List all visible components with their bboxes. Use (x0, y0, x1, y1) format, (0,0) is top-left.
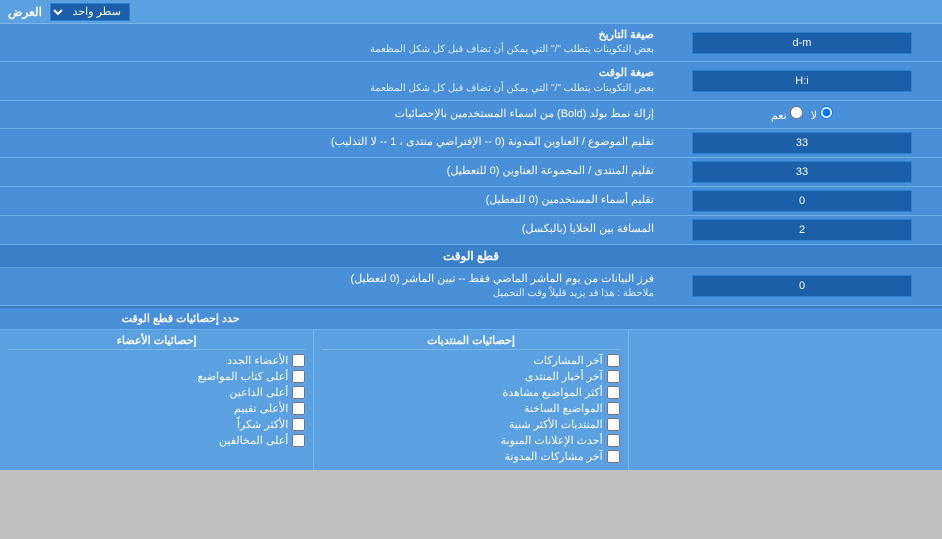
cb-top-writers-label: أعلى كتاب المواضيع (198, 370, 289, 383)
time-format-label: صيغة الوقت بعض التكوينات يتطلب "/" التي … (0, 62, 662, 99)
cb-most-thanks-input[interactable] (292, 418, 305, 431)
cut-data-input-cell (662, 272, 942, 300)
date-format-input[interactable] (692, 32, 912, 54)
cb-top-rated: الأعلى تقييم (8, 402, 305, 415)
time-format-input-cell (662, 67, 942, 95)
date-format-input-cell (662, 29, 942, 57)
cut-data-row: فرز البيانات من يوم الماشر الماضي فقط --… (0, 268, 942, 306)
cb-top-inviters-label: أعلى الداعين (229, 386, 288, 399)
cb-most-viewed-input[interactable] (607, 386, 620, 399)
cb-top-violators-label: أعلى المخالفين (219, 434, 288, 447)
cb-most-thanks-label: الأكثر شكراً (237, 418, 288, 431)
bold-radio-cell: لا نعم (662, 101, 942, 127)
cb-hot-topics: المواضيع الساخنة (322, 402, 619, 415)
topic-titles-input-cell (662, 129, 942, 157)
bold-no-label: لا (811, 106, 833, 122)
forums-col-header: إحصائيات المنتديات (322, 334, 619, 350)
usernames-trim-label: تقليم أسماء المستخدمين (0 للتعطيل) (0, 189, 662, 212)
topic-titles-label: تقليم الموضوع / العناوين المدونة (0 -- ا… (0, 131, 662, 154)
cb-forum-news: آخر أخبار المنتدى (322, 370, 619, 383)
cb-forum-news-label: آخر أخبار المنتدى (525, 370, 603, 383)
usernames-trim-row: تقليم أسماء المستخدمين (0 للتعطيل) (0, 187, 942, 216)
cb-last-posts: آخر المشاركات (322, 354, 619, 367)
main-container: سطر واحد سطرين ثلاثة أسطر العرض صيغة الت… (0, 0, 942, 470)
cb-last-posts-label: آخر المشاركات (534, 354, 603, 367)
cell-spacing-input[interactable] (692, 219, 912, 241)
checkbox-col-members: إحصائيات الأعضاء الأعضاء الجدد أعلى كتاب… (0, 330, 313, 470)
forum-titles-input[interactable] (692, 161, 912, 183)
cb-top-writers-input[interactable] (292, 370, 305, 383)
cb-classified-ads-label: أحدث الإعلانات المبوبة (501, 434, 603, 447)
cb-hot-topics-input[interactable] (607, 402, 620, 415)
cut-data-label: فرز البيانات من يوم الماشر الماضي فقط --… (0, 268, 662, 305)
cb-most-similar: المنتديات الأكثر شبية (322, 418, 619, 431)
time-format-row: صيغة الوقت بعض التكوينات يتطلب "/" التي … (0, 62, 942, 100)
bold-remove-row: لا نعم إزالة نمط بولد (Bold) من اسماء ال… (0, 101, 942, 129)
cb-new-members: الأعضاء الجدد (8, 354, 305, 367)
cb-most-similar-input[interactable] (607, 418, 620, 431)
time-format-input[interactable] (692, 70, 912, 92)
cb-top-writers: أعلى كتاب المواضيع (8, 370, 305, 383)
bottom-section: حدد إحصائيات قطع الوقت إحصائيات المنتديا… (0, 306, 942, 470)
date-format-label: صيغة التاريخ بعض التكوينات يتطلب "/" الت… (0, 24, 662, 61)
cb-most-similar-label: المنتديات الأكثر شبية (509, 418, 603, 431)
members-col-header: إحصائيات الأعضاء (8, 334, 305, 350)
cb-most-viewed-label: أكثر المواضيع مشاهدة (502, 386, 602, 399)
topic-titles-input[interactable] (692, 132, 912, 154)
topic-titles-row: تقليم الموضوع / العناوين المدونة (0 -- ا… (0, 129, 942, 158)
cut-section-header: قطع الوقت (0, 245, 942, 268)
bold-yes-radio[interactable] (790, 106, 803, 119)
checkbox-col-forums: إحصائيات المنتديات آخر المشاركات آخر أخب… (313, 330, 627, 470)
cb-blog-posts: آخر مشاركات المدونة (322, 450, 619, 463)
cut-stats-label: حدد إحصائيات قطع الوقت (0, 308, 248, 329)
forum-titles-row: تقليم المنتدى / المجموعة العناوين (0 للت… (0, 158, 942, 187)
cb-classified-ads: أحدث الإعلانات المبوبة (322, 434, 619, 447)
lines-select[interactable]: سطر واحد سطرين ثلاثة أسطر (50, 3, 130, 21)
cb-blog-posts-input[interactable] (607, 450, 620, 463)
cell-spacing-row: المسافة بين الخلايا (بالبكسل) (0, 216, 942, 245)
checkbox-col-empty (628, 330, 942, 470)
cb-top-inviters: أعلى الداعين (8, 386, 305, 399)
cut-data-input[interactable] (692, 275, 912, 297)
header-label: العرض (8, 5, 42, 19)
usernames-trim-input-cell (662, 187, 942, 215)
forum-titles-label: تقليم المنتدى / المجموعة العناوين (0 للت… (0, 160, 662, 183)
cb-top-violators-input[interactable] (292, 434, 305, 447)
cb-new-members-label: الأعضاء الجدد (227, 354, 288, 367)
display-header-row: سطر واحد سطرين ثلاثة أسطر العرض (0, 0, 942, 24)
bold-no-radio[interactable] (820, 106, 833, 119)
date-format-row: صيغة التاريخ بعض التكوينات يتطلب "/" الت… (0, 24, 942, 62)
cb-blog-posts-label: آخر مشاركات المدونة (505, 450, 603, 463)
checkbox-grid: إحصائيات المنتديات آخر المشاركات آخر أخب… (0, 330, 942, 470)
cell-spacing-input-cell (662, 216, 942, 244)
cb-last-posts-input[interactable] (607, 354, 620, 367)
cb-top-rated-label: الأعلى تقييم (234, 402, 288, 415)
cb-hot-topics-label: المواضيع الساخنة (524, 402, 603, 415)
cb-top-inviters-input[interactable] (292, 386, 305, 399)
cb-classified-ads-input[interactable] (607, 434, 620, 447)
bold-yes-label: نعم (771, 106, 803, 122)
cb-most-thanks: الأكثر شكراً (8, 418, 305, 431)
bold-remove-label: إزالة نمط بولد (Bold) من اسماء المستخدمي… (0, 103, 662, 126)
cb-new-members-input[interactable] (292, 354, 305, 367)
forum-titles-input-cell (662, 158, 942, 186)
cb-top-violators: أعلى المخالفين (8, 434, 305, 447)
cb-forum-news-input[interactable] (607, 370, 620, 383)
usernames-trim-input[interactable] (692, 190, 912, 212)
cb-top-rated-input[interactable] (292, 402, 305, 415)
cell-spacing-label: المسافة بين الخلايا (بالبكسل) (0, 218, 662, 241)
cb-most-viewed: أكثر المواضيع مشاهدة (322, 386, 619, 399)
